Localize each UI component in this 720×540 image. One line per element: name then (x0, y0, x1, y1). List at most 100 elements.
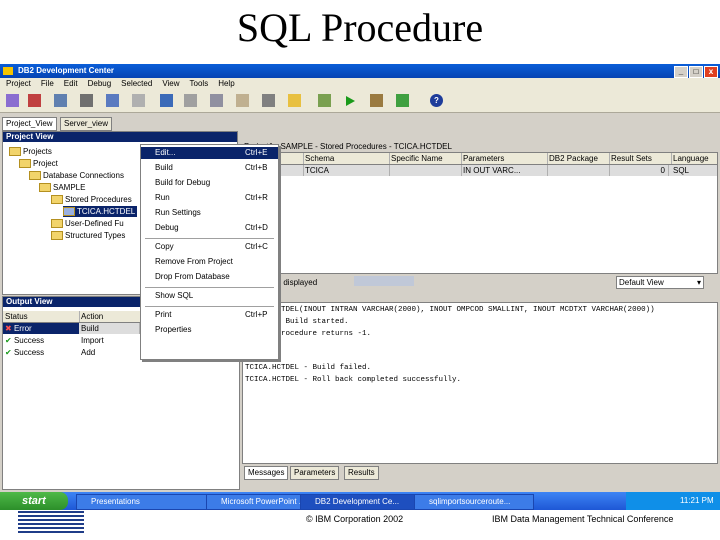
menu-project[interactable]: Project (6, 79, 31, 88)
table-icon[interactable] (54, 94, 67, 107)
window-title: DB2 Development Center (18, 66, 115, 75)
menu-item-label: Debug (155, 223, 179, 232)
cut-icon[interactable] (184, 94, 197, 107)
context-menu-item[interactable]: Debug Ctrl+D (141, 222, 278, 234)
context-menu-item[interactable]: Build for Debug (141, 177, 278, 189)
tree-item[interactable]: SAMPLE (39, 182, 85, 193)
copy-icon[interactable] (210, 94, 223, 107)
paste-icon[interactable] (236, 94, 249, 107)
column-header[interactable]: Specific Name (389, 153, 462, 164)
menu-item-shortcut: Ctrl+B (245, 163, 268, 172)
view-select[interactable]: Default View ▾ (616, 276, 704, 289)
tree-item[interactable]: Projects (9, 146, 52, 157)
window-icon[interactable] (106, 94, 119, 107)
column-header[interactable]: Parameters (461, 153, 548, 164)
context-menu-item[interactable]: Edit... Ctrl+E (141, 147, 278, 159)
menu-item-label: Print (155, 310, 172, 319)
log-line: TCICA.HCTDEL - Build failed. (245, 364, 372, 372)
error-icon: ✖ (5, 324, 12, 333)
step-icon[interactable] (396, 94, 409, 107)
menu-help[interactable]: Help (218, 79, 234, 88)
context-menu-item[interactable]: Run Ctrl+R (141, 192, 278, 204)
filter-icons[interactable] (354, 276, 414, 286)
table-cell (547, 165, 610, 176)
column-header[interactable]: Action (79, 311, 142, 322)
tree-item[interactable]: Structured Types (51, 230, 125, 241)
help-icon[interactable]: ? (430, 94, 443, 107)
taskbar-button[interactable]: DB2 Development Ce... (300, 494, 426, 510)
menu-selected[interactable]: Selected (121, 79, 152, 88)
menu-view[interactable]: View (162, 79, 179, 88)
table-row[interactable]: ✔ Success Add (3, 347, 139, 358)
tree-item[interactable]: User-Defined Fu (51, 218, 124, 229)
column-header[interactable]: Language (671, 153, 717, 164)
start-button[interactable]: start (0, 492, 68, 510)
taskbar-button[interactable]: sqlimportsourceroute... (414, 494, 534, 510)
tab-server-view[interactable]: Server_view (60, 117, 113, 131)
menu-item-shortcut: Ctrl+E (245, 148, 268, 157)
clock: 11:21 PM (680, 496, 714, 505)
taskbar-button[interactable]: Presentations (76, 494, 218, 510)
column-header[interactable]: DB2 Package (547, 153, 610, 164)
context-menu-item[interactable]: Build Ctrl+B (141, 162, 278, 174)
taskbar-button[interactable]: Microsoft PowerPoint ... (206, 494, 312, 510)
open-folder-icon[interactable] (288, 94, 301, 107)
table-row[interactable]: HCTDEL TCICA IN OUT VARC... 0 SQL (243, 165, 717, 176)
tab-project-view[interactable]: Project_View (2, 117, 57, 131)
context-menu: Edit... Ctrl+E Build Ctrl+B Build for Debug R… (140, 144, 279, 360)
tab-messages[interactable]: Messages (244, 466, 289, 480)
context-menu-item[interactable]: Copy Ctrl+C (141, 241, 278, 253)
minimize-button[interactable]: _ (674, 66, 688, 78)
chevron-down-icon: ▾ (696, 278, 701, 287)
database-icon (39, 183, 51, 193)
tree-item[interactable]: Stored Procedures (51, 194, 132, 205)
log-line: TCICA.HCTDEL - Roll back completed succe… (245, 376, 462, 384)
layout-icon[interactable] (132, 94, 145, 107)
folder-icon (29, 171, 41, 181)
context-menu-item[interactable]: Drop From Database (141, 271, 278, 283)
tree-item[interactable]: Project (19, 158, 58, 169)
new-project-icon[interactable] (6, 94, 19, 107)
debug-icon[interactable] (370, 94, 383, 107)
context-menu-item[interactable]: Remove From Project (141, 256, 278, 268)
app-window: DB2 Development Center _ □ x Project File… (0, 64, 720, 492)
check-icon: ✔ (5, 348, 12, 357)
context-menu-item[interactable]: Run Settings (141, 207, 278, 219)
table-cell: TCICA (303, 165, 390, 176)
table-cell: 0 (609, 165, 669, 176)
column-header[interactable]: Status (3, 311, 80, 322)
tab-results[interactable]: Results (344, 466, 379, 480)
table-row[interactable]: ✔ Success Import (3, 335, 139, 346)
table-row[interactable]: ✖ Error Build (3, 323, 140, 334)
menu-item-label: Drop From Database (155, 272, 230, 281)
tree-item-selected[interactable]: TCICA.HCTDEL (63, 206, 138, 217)
menu-tools[interactable]: Tools (190, 79, 209, 88)
menu-item-label: Copy (155, 242, 174, 251)
build-icon[interactable] (318, 94, 331, 107)
context-menu-item[interactable]: Print Ctrl+P (141, 309, 278, 321)
tree-item[interactable]: Database Connections (29, 170, 124, 181)
window-titlebar: DB2 Development Center _ □ x (0, 64, 720, 78)
menu-item-label: Remove From Project (155, 257, 233, 266)
menu-edit[interactable]: Edit (64, 79, 78, 88)
system-tray: 11:21 PM (626, 492, 720, 510)
context-menu-item[interactable]: Properties (141, 324, 278, 336)
folder-icon (19, 159, 31, 169)
close-button[interactable]: x (704, 66, 718, 78)
context-menu-item[interactable]: Show SQL (141, 290, 278, 302)
maximize-button[interactable]: □ (689, 66, 703, 78)
delete-icon[interactable] (262, 94, 275, 107)
folder-icon (51, 219, 63, 229)
column-header[interactable]: Schema (303, 153, 390, 164)
column-header[interactable]: Result Sets (609, 153, 672, 164)
save-icon[interactable] (160, 94, 173, 107)
server-icon[interactable] (80, 94, 93, 107)
menu-item-label: Show SQL (155, 291, 194, 300)
menu-debug[interactable]: Debug (88, 79, 112, 88)
folder-icon (9, 147, 21, 157)
tab-parameters[interactable]: Parameters (290, 466, 340, 480)
table-cell: SQL (673, 166, 690, 175)
menu-file[interactable]: File (41, 79, 54, 88)
add-icon[interactable] (28, 94, 41, 107)
run-icon[interactable] (346, 96, 355, 106)
